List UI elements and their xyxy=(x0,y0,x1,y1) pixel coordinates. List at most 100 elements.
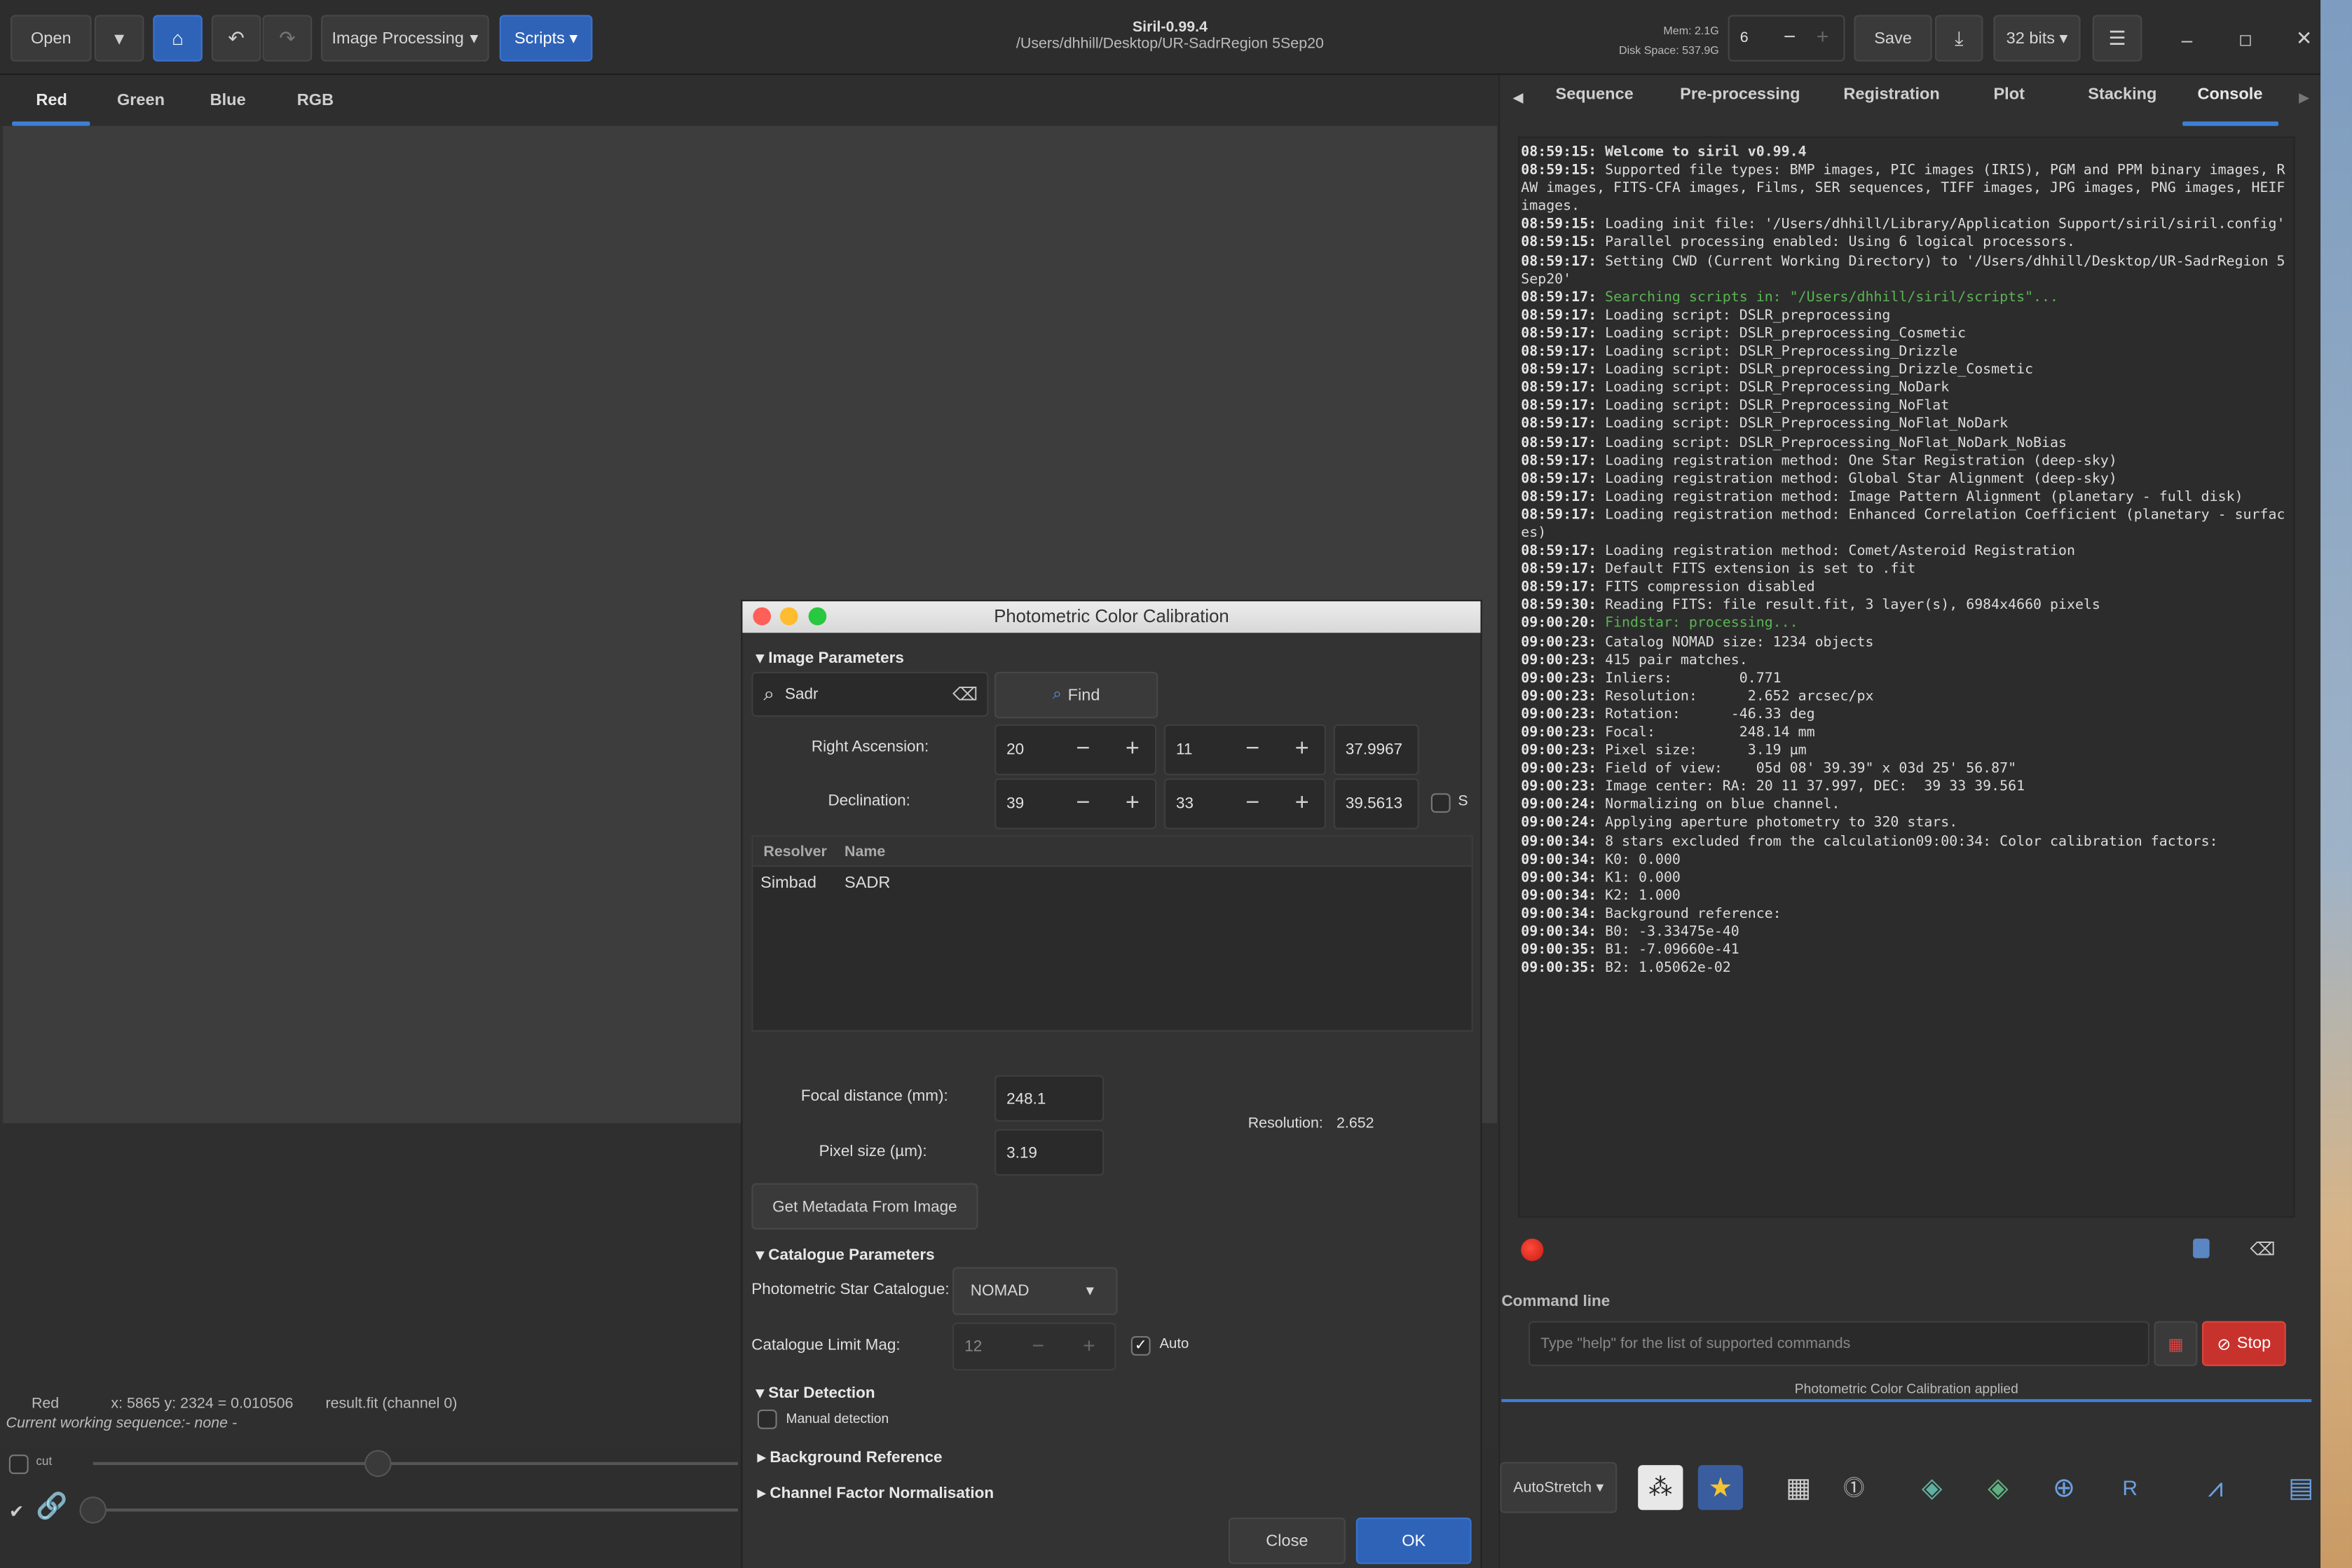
image-icon[interactable]: ▤ xyxy=(2278,1465,2320,1510)
histogram-icon[interactable]: ⁂ xyxy=(1638,1465,1683,1511)
dec-minutes-spinner[interactable]: 33 − + xyxy=(1163,778,1327,830)
console-message: Background reference: xyxy=(1605,905,1782,923)
table-row[interactable]: Simbad SADR xyxy=(753,869,1471,900)
ra-hours-spinner[interactable]: 20 − + xyxy=(994,724,1157,776)
image-params-header[interactable]: ▾ Image Parameters xyxy=(756,649,904,668)
bit-depth-menu[interactable]: 32 bits ▾ xyxy=(1993,15,2081,62)
save-as-button[interactable]: ⤓ xyxy=(1934,15,1983,62)
console-line: 09:00:35: B2: 1.05062e-02 xyxy=(1521,960,2290,978)
main-menu-button[interactable]: ☰ xyxy=(2092,15,2142,62)
plus-icon[interactable]: + xyxy=(1083,1333,1095,1357)
minimize-button[interactable]: – xyxy=(2172,24,2202,54)
normalisation-header[interactable]: ▸ Channel Factor Normalisation xyxy=(758,1485,994,1503)
threads-spinner[interactable]: 6 − + xyxy=(1728,15,1845,62)
cut-checkbox[interactable] xyxy=(8,1454,29,1474)
undo-button[interactable]: ↶ xyxy=(211,15,261,62)
south-checkbox[interactable] xyxy=(1430,793,1451,813)
open-button[interactable]: Open xyxy=(10,15,92,62)
object-search-input[interactable]: ⌕ Sadr ⌫ xyxy=(751,671,989,717)
save-log-icon[interactable] xyxy=(2193,1238,2210,1258)
hi-slider-handle[interactable] xyxy=(79,1497,107,1524)
dialog-close-dot[interactable] xyxy=(753,607,772,626)
minus-icon[interactable]: − xyxy=(1032,1333,1045,1357)
catalogue-params-header[interactable]: ▾ Catalogue Parameters xyxy=(756,1246,935,1265)
get-metadata-button[interactable]: Get Metadata From Image xyxy=(751,1183,978,1230)
command-help-button[interactable]: ▦ xyxy=(2154,1321,2198,1366)
maximize-button[interactable]: ◻ xyxy=(2231,24,2261,54)
ok-button[interactable]: OK xyxy=(1355,1517,1472,1564)
tab-blue[interactable]: Blue xyxy=(210,75,246,126)
tab-green[interactable]: Green xyxy=(117,75,165,126)
plot-icon[interactable]: ⩘ xyxy=(2193,1465,2238,1510)
autostretch-menu[interactable]: AutoStretch ▾ xyxy=(1500,1462,1618,1513)
cut-slider-handle[interactable] xyxy=(364,1450,392,1478)
minus-icon[interactable]: − xyxy=(1230,724,1275,776)
ra-seconds-field[interactable]: 37.9967 xyxy=(1333,724,1419,776)
minus-icon[interactable]: − xyxy=(1784,24,1796,48)
tab-registration[interactable]: Registration xyxy=(1843,85,1939,104)
plus-icon[interactable]: + xyxy=(1280,778,1325,830)
stop-button[interactable]: ⊘ Stop xyxy=(2201,1321,2286,1366)
plus-icon[interactable]: + xyxy=(1280,724,1325,776)
hi-slider-track[interactable] xyxy=(93,1508,739,1512)
dialog-minimize-dot[interactable] xyxy=(779,607,798,626)
tab-sequence[interactable]: Sequence xyxy=(1555,85,1633,104)
close-button[interactable]: Close xyxy=(1228,1517,1346,1564)
check-icon[interactable]: ✔ xyxy=(9,1501,25,1522)
command-input[interactable]: Type "help" for the list of supported co… xyxy=(1528,1321,2150,1366)
rotate-icon[interactable]: ◈ xyxy=(1976,1465,2021,1510)
star-icon[interactable]: ★ xyxy=(1697,1465,1744,1511)
open-dropdown-button[interactable]: ▾ xyxy=(94,15,144,62)
tab-console[interactable]: Console xyxy=(2198,85,2263,104)
home-button[interactable]: ⌂ xyxy=(153,15,203,62)
dec-degrees-spinner[interactable]: 39 − + xyxy=(994,778,1157,830)
minus-icon[interactable]: − xyxy=(1060,778,1105,830)
clear-search-icon[interactable]: ⌫ xyxy=(952,684,978,705)
tabs-scroll-left[interactable]: ◀ xyxy=(1509,84,1527,111)
tab-stacking[interactable]: Stacking xyxy=(2088,85,2156,104)
focal-input[interactable]: 248.1 xyxy=(994,1075,1105,1122)
resolver-results-table[interactable]: Resolver Name Simbad SADR xyxy=(751,835,1473,1032)
redo-icon: ↷ xyxy=(279,26,296,49)
tab-rgb[interactable]: RGB xyxy=(297,75,334,126)
console-log[interactable]: 08:59:15: Welcome to siril v0.99.4 08:59:… xyxy=(1517,136,2295,1218)
plus-icon[interactable]: + xyxy=(1817,24,1829,48)
single-frame-icon[interactable]: ⓵ xyxy=(1831,1465,1876,1510)
plus-icon[interactable]: + xyxy=(1110,724,1155,776)
cut-slider-track[interactable] xyxy=(93,1462,739,1466)
limit-mag-spinner[interactable]: 12 − + xyxy=(952,1322,1116,1371)
find-button[interactable]: ⌕ Find xyxy=(994,671,1158,719)
resolver-column-header[interactable]: Resolver xyxy=(763,844,826,861)
minus-icon[interactable]: − xyxy=(1060,724,1105,776)
tab-red[interactable]: Red xyxy=(36,75,67,126)
rgb-align-icon[interactable]: R xyxy=(2107,1465,2152,1510)
pixel-size-input[interactable]: 3.19 xyxy=(994,1129,1105,1176)
name-column-header[interactable]: Name xyxy=(845,844,885,861)
dec-seconds-field[interactable]: 39.5613 xyxy=(1333,778,1419,830)
link-icon[interactable]: 🔗 xyxy=(36,1492,67,1522)
tab-preprocessing[interactable]: Pre-processing xyxy=(1680,85,1800,104)
redo-button[interactable]: ↷ xyxy=(262,15,313,62)
manual-detection-checkbox[interactable] xyxy=(757,1409,777,1429)
image-processing-menu[interactable]: Image Processing ▾ xyxy=(321,15,489,62)
console-line: 08:59:17: Setting CWD (Current Working D… xyxy=(1521,253,2290,289)
scripts-menu[interactable]: Scripts ▾ xyxy=(499,15,593,62)
grid-icon[interactable]: ▦ xyxy=(1776,1465,1821,1510)
clear-log-icon[interactable]: ⌫ xyxy=(2250,1239,2275,1260)
mirror-icon[interactable]: ⊕ xyxy=(2042,1465,2086,1510)
tabs-scroll-right[interactable]: ▶ xyxy=(2295,84,2313,111)
plus-icon[interactable]: + xyxy=(1110,778,1155,830)
dialog-zoom-dot[interactable] xyxy=(808,607,827,626)
tab-plot[interactable]: Plot xyxy=(1993,85,2024,104)
background-reference-header[interactable]: ▸ Background Reference xyxy=(758,1449,943,1467)
stop-icon: ⊘ xyxy=(2217,1335,2231,1354)
console-message: Loading script: DSLR_Preprocessing_NoFla… xyxy=(1605,397,1950,415)
catalogue-select[interactable]: NOMAD ▾ xyxy=(952,1267,1118,1316)
minus-icon[interactable]: − xyxy=(1230,778,1275,830)
close-window-button[interactable]: ✕ xyxy=(2289,24,2319,54)
star-detection-header[interactable]: ▾ Star Detection xyxy=(756,1384,875,1402)
crop-icon[interactable]: ◈ xyxy=(1910,1465,1955,1510)
save-button[interactable]: Save xyxy=(1854,15,1932,62)
auto-checkbox[interactable]: ✓ xyxy=(1130,1336,1151,1356)
ra-minutes-spinner[interactable]: 11 − + xyxy=(1163,724,1327,776)
